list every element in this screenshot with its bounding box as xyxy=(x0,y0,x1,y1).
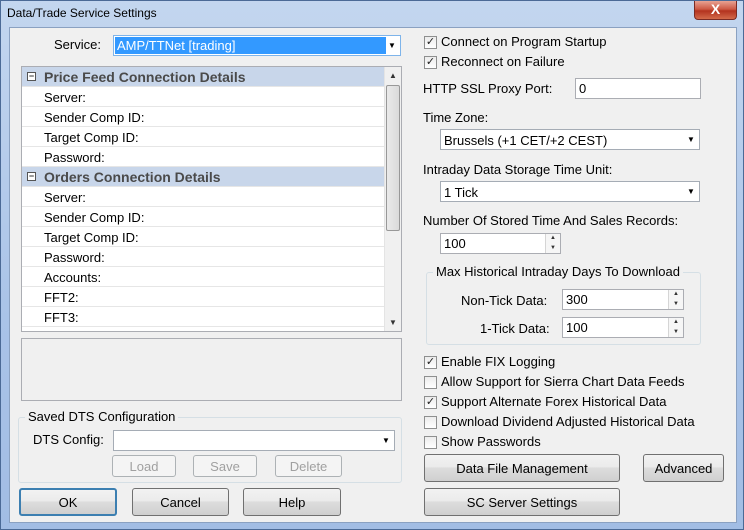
chevron-down-icon[interactable]: ▼ xyxy=(685,185,697,199)
reconnect-label: Reconnect on Failure xyxy=(441,54,565,69)
dts-config-label: DTS Config: xyxy=(33,432,104,447)
tree-row[interactable]: Sender Comp ID: xyxy=(22,107,385,127)
scroll-down-icon[interactable]: ▼ xyxy=(385,314,401,331)
tree-row-label: Accounts: xyxy=(44,270,102,285)
tree-row-label: FFT3: xyxy=(44,310,79,325)
cancel-button[interactable]: Cancel xyxy=(132,488,229,516)
alt-forex-checkbox[interactable]: ✓ xyxy=(424,396,437,409)
tree-row-label: Server: xyxy=(44,190,86,205)
proxy-port-input[interactable]: 0 xyxy=(575,78,701,99)
storage-unit-select[interactable]: 1 Tick ▼ xyxy=(440,181,700,202)
connect-startup-checkbox[interactable]: ✓ xyxy=(424,36,437,49)
service-label: Service: xyxy=(54,37,101,52)
tree-row[interactable]: Server: xyxy=(22,187,385,207)
tree-row-label: Multi Broker ID: xyxy=(44,330,134,331)
description-box xyxy=(21,338,402,401)
tree-row-label: Password: xyxy=(44,150,105,165)
tree-row-label: FFT2: xyxy=(44,290,79,305)
tree-row[interactable]: Sender Comp ID: xyxy=(22,207,385,227)
timezone-label: Time Zone: xyxy=(423,110,489,125)
fix-logging-checkbox[interactable]: ✓ xyxy=(424,356,437,369)
show-passwords-checkbox[interactable] xyxy=(424,436,437,449)
title-bar: Data/Trade Service Settings X xyxy=(1,1,743,25)
tree-row-label: Server: xyxy=(44,90,86,105)
close-button[interactable]: X xyxy=(694,1,737,20)
tree-row[interactable]: FFT2: xyxy=(22,287,385,307)
chevron-down-icon[interactable]: ▼ xyxy=(685,133,697,147)
tree-row[interactable]: Password: xyxy=(22,247,385,267)
tree-row[interactable]: Password: xyxy=(22,147,385,167)
delete-button[interactable]: Delete xyxy=(275,455,342,477)
help-button[interactable]: Help xyxy=(243,488,341,516)
tree-row-label: Target Comp ID: xyxy=(44,130,139,145)
ok-button[interactable]: OK xyxy=(19,488,117,516)
stored-records-stepper[interactable]: 100 ▲ ▼ xyxy=(440,233,561,254)
one-tick-value: 100 xyxy=(566,320,588,335)
storage-unit-value: 1 Tick xyxy=(444,185,478,200)
stored-records-value: 100 xyxy=(444,236,466,251)
chevron-down-icon[interactable]: ▼ xyxy=(380,434,392,448)
save-button[interactable]: Save xyxy=(193,455,257,477)
timezone-value: Brussels (+1 CET/+2 CEST) xyxy=(444,133,608,148)
tree-row[interactable]: Target Comp ID: xyxy=(22,127,385,147)
dts-config-select[interactable]: ▼ xyxy=(113,430,395,451)
window-title: Data/Trade Service Settings xyxy=(7,6,157,20)
fix-logging-label: Enable FIX Logging xyxy=(441,354,556,369)
connection-details-tree[interactable]: − Price Feed Connection Details Server: Sen… xyxy=(21,66,402,332)
stored-records-label: Number Of Stored Time And Sales Records: xyxy=(423,213,679,228)
one-tick-label: 1-Tick Data: xyxy=(480,321,550,336)
scroll-thumb[interactable] xyxy=(386,85,400,231)
tree-row[interactable]: Multi Broker ID: xyxy=(22,327,385,331)
service-value: AMP/TTNet [trading] xyxy=(117,38,236,53)
spin-arrows-icon[interactable]: ▲ ▼ xyxy=(668,318,683,337)
spin-arrows-icon[interactable]: ▲ ▼ xyxy=(545,234,560,253)
tree-group-header[interactable]: − Orders Connection Details xyxy=(22,167,385,187)
show-passwords-label: Show Passwords xyxy=(441,434,541,449)
service-select[interactable]: AMP/TTNet [trading] ▼ xyxy=(113,35,401,56)
non-tick-stepper[interactable]: 300 ▲ ▼ xyxy=(562,289,684,310)
tree-group-header[interactable]: − Price Feed Connection Details xyxy=(22,67,385,87)
settings-window: Data/Trade Service Settings X Service: A… xyxy=(0,0,744,530)
collapse-icon[interactable]: − xyxy=(27,72,36,81)
sierra-feeds-label: Allow Support for Sierra Chart Data Feed… xyxy=(441,374,685,389)
proxy-port-label: HTTP SSL Proxy Port: xyxy=(423,81,553,96)
tree-group-label: Orders Connection Details xyxy=(44,169,221,185)
max-historical-title: Max Historical Intraday Days To Download xyxy=(433,264,683,279)
one-tick-stepper[interactable]: 100 ▲ ▼ xyxy=(562,317,684,338)
advanced-button[interactable]: Advanced xyxy=(643,454,724,482)
tree-row-label: Sender Comp ID: xyxy=(44,210,145,225)
tree-scrollbar[interactable]: ▲ ▼ xyxy=(384,67,401,331)
scroll-up-icon[interactable]: ▲ xyxy=(385,67,401,84)
sc-server-settings-button[interactable]: SC Server Settings xyxy=(424,488,620,516)
data-file-management-button[interactable]: Data File Management xyxy=(424,454,620,482)
connect-startup-label: Connect on Program Startup xyxy=(441,34,607,49)
tree-row[interactable]: Server: xyxy=(22,87,385,107)
tree-row-label: Target Comp ID: xyxy=(44,230,139,245)
tree-group-label: Price Feed Connection Details xyxy=(44,69,246,85)
reconnect-checkbox[interactable]: ✓ xyxy=(424,56,437,69)
dividend-checkbox[interactable] xyxy=(424,416,437,429)
dialog-client: Service: AMP/TTNet [trading] ▼ − Price Fe… xyxy=(9,27,737,523)
tree-row[interactable]: Target Comp ID: xyxy=(22,227,385,247)
tree-row-label: Password: xyxy=(44,250,105,265)
tree-row[interactable]: FFT3: xyxy=(22,307,385,327)
collapse-icon[interactable]: − xyxy=(27,172,36,181)
non-tick-label: Non-Tick Data: xyxy=(461,293,548,308)
spin-arrows-icon[interactable]: ▲ ▼ xyxy=(668,290,683,309)
dividend-label: Download Dividend Adjusted Historical Da… xyxy=(441,414,695,429)
tree-row-label: Sender Comp ID: xyxy=(44,110,145,125)
alt-forex-label: Support Alternate Forex Historical Data xyxy=(441,394,667,409)
timezone-select[interactable]: Brussels (+1 CET/+2 CEST) ▼ xyxy=(440,129,700,150)
proxy-port-value: 0 xyxy=(579,81,587,96)
saved-dts-title: Saved DTS Configuration xyxy=(25,409,179,424)
sierra-feeds-checkbox[interactable] xyxy=(424,376,437,389)
storage-unit-label: Intraday Data Storage Time Unit: xyxy=(423,162,613,177)
tree-row[interactable]: Accounts: xyxy=(22,267,385,287)
chevron-down-icon[interactable]: ▼ xyxy=(386,39,398,53)
non-tick-value: 300 xyxy=(566,292,588,307)
load-button[interactable]: Load xyxy=(112,455,176,477)
